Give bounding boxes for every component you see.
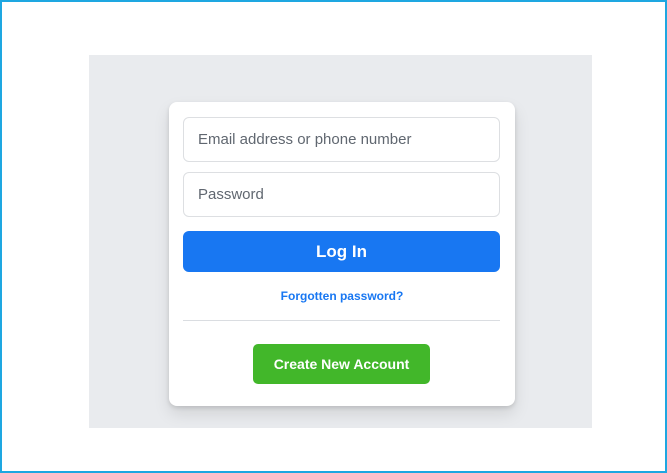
screenshot-frame: Log In Forgotten password? Create New Ac… — [0, 0, 667, 473]
forgot-password-link[interactable]: Forgotten password? — [169, 289, 515, 303]
create-account-button[interactable]: Create New Account — [253, 344, 430, 384]
divider — [183, 320, 500, 321]
email-field[interactable] — [183, 117, 500, 162]
login-panel-background: Log In Forgotten password? Create New Ac… — [89, 55, 592, 428]
login-card: Log In Forgotten password? Create New Ac… — [169, 102, 515, 406]
login-button[interactable]: Log In — [183, 231, 500, 272]
password-field[interactable] — [183, 172, 500, 217]
